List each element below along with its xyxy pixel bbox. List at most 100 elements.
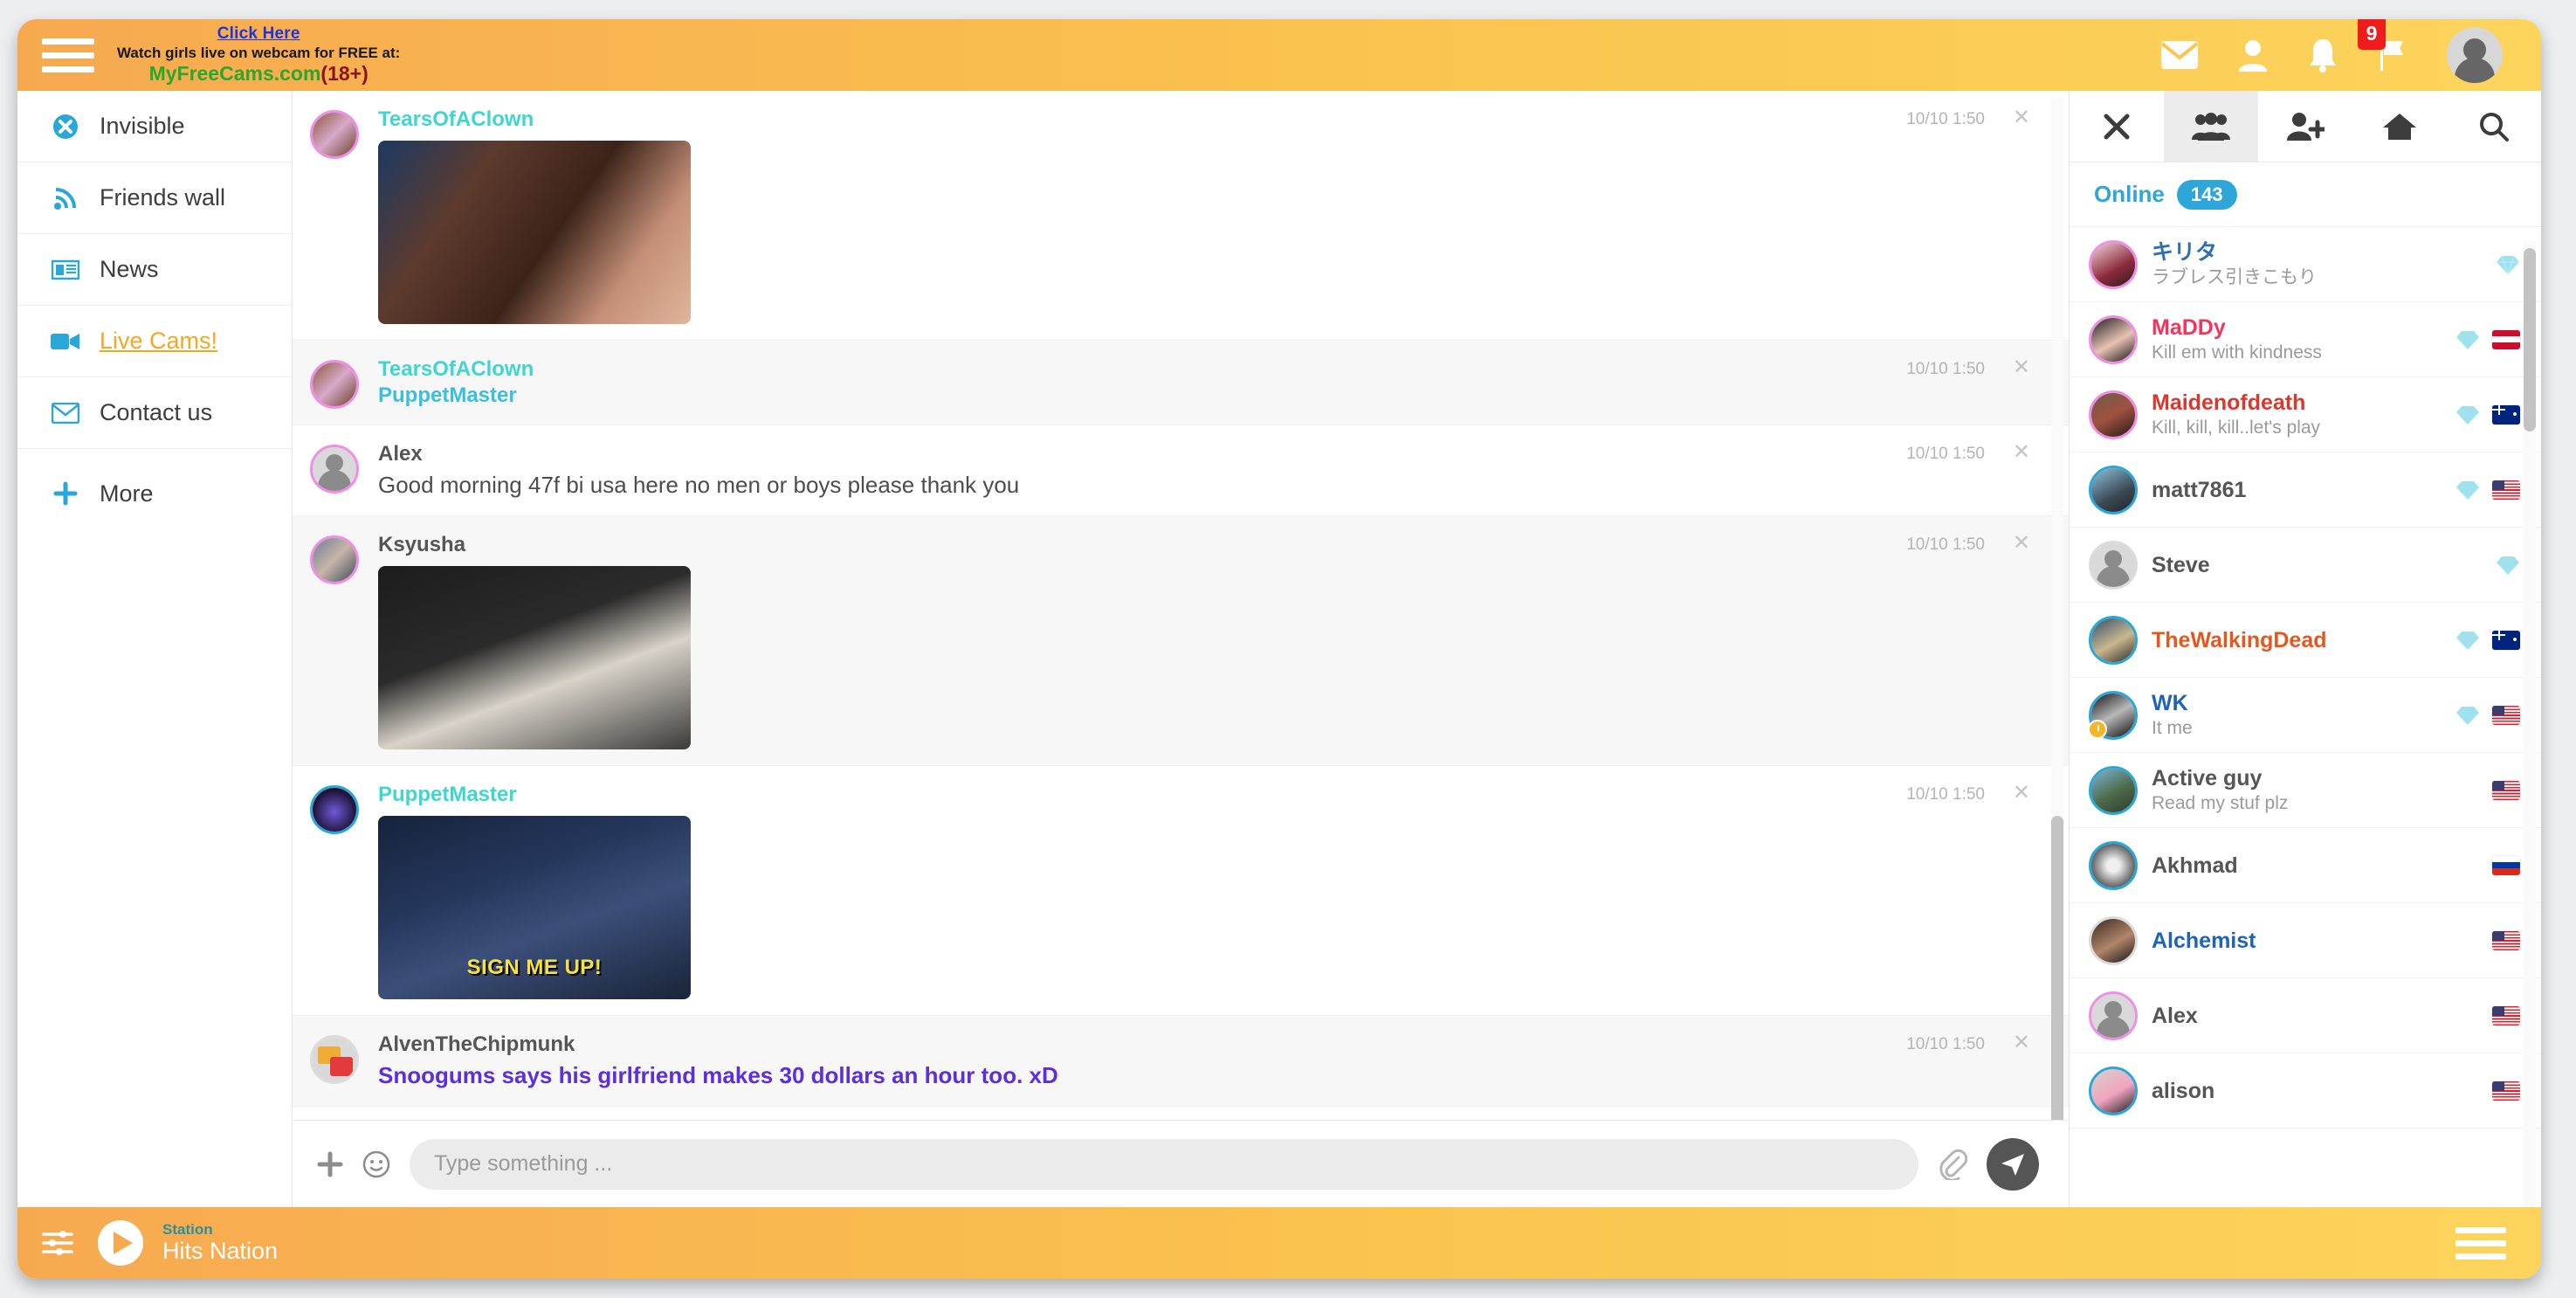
avatar[interactable] — [310, 1035, 359, 1085]
list-item[interactable]: Alchemist — [2070, 903, 2541, 978]
message-row[interactable]: Ksyusha 10/10 1:50 ✕ — [293, 515, 2069, 767]
message-author[interactable]: AlvenTheChipmunk — [378, 1032, 1868, 1057]
user-name[interactable]: alison — [2152, 1078, 2478, 1104]
bell-icon[interactable] — [2307, 38, 2338, 72]
sidebar-item-news[interactable]: News — [17, 234, 292, 306]
close-icon[interactable]: ✕ — [2013, 1032, 2030, 1053]
user-name[interactable]: Steve — [2152, 552, 2482, 578]
sidebar-item-live-cams[interactable]: Live Cams! — [17, 306, 292, 377]
list-item[interactable]: キリタ ラブレス引きこもり — [2070, 227, 2541, 302]
user-name[interactable]: WK — [2152, 690, 2442, 716]
message-author[interactable]: Alex — [378, 441, 1868, 466]
avatar[interactable] — [2089, 840, 2138, 890]
message-row[interactable]: TearsOfAClown 10/10 1:50 ✕ — [293, 91, 2069, 342]
gem-icon — [2456, 706, 2479, 725]
avatar[interactable] — [2089, 915, 2138, 965]
avatar[interactable] — [2089, 765, 2138, 815]
list-item[interactable]: Akhmad — [2070, 828, 2541, 903]
message-row[interactable]: PuppetMaster SIGN ME UP! 10/10 1:50 ✕ — [293, 766, 2069, 1017]
close-icon[interactable]: ✕ — [2013, 107, 2030, 128]
avatar[interactable] — [2089, 1066, 2138, 1115]
list-item[interactable]: matt7861 — [2070, 452, 2541, 528]
sidebar-item-friends-wall[interactable]: Friends wall — [17, 162, 292, 234]
message-image[interactable]: SIGN ME UP! — [378, 816, 691, 1000]
user-name[interactable]: Active guy — [2152, 765, 2478, 791]
mail-icon[interactable] — [2160, 40, 2199, 70]
message-author[interactable]: TearsOfAClown — [378, 356, 1868, 382]
list-item[interactable]: Steve — [2070, 528, 2541, 603]
message-author[interactable]: Ksyusha — [378, 532, 1868, 557]
list-item[interactable]: Active guy Read my stuf plz — [2070, 753, 2541, 828]
user-name[interactable]: Alchemist — [2152, 928, 2478, 954]
user-name[interactable]: キリタ — [2152, 239, 2482, 266]
list-item[interactable]: MaDDy Kill em with kindness — [2070, 302, 2541, 377]
message-image[interactable] — [378, 566, 691, 750]
avatar[interactable] — [310, 445, 359, 494]
avatar[interactable] — [2089, 314, 2138, 364]
add-friend-icon[interactable] — [2258, 91, 2352, 162]
message-author[interactable]: TearsOfAClown — [378, 107, 1868, 132]
close-icon[interactable]: ✕ — [2013, 783, 2030, 804]
avatar[interactable] — [310, 110, 359, 159]
sidebar-item-invisible[interactable]: Invisible — [17, 91, 292, 162]
message-image[interactable] — [378, 141, 691, 325]
home-icon[interactable] — [2352, 91, 2447, 162]
smiley-icon[interactable] — [362, 1150, 390, 1178]
close-icon[interactable] — [2070, 91, 2164, 162]
list-item[interactable]: TheWalkingDead — [2070, 603, 2541, 678]
user-name[interactable]: TheWalkingDead — [2152, 627, 2442, 653]
list-item[interactable]: alison — [2070, 1053, 2541, 1129]
avatar[interactable] — [310, 360, 359, 410]
online-user-list[interactable]: Online 143 キリタ ラブレス引きこもり MaDDy Kill em w… — [2070, 162, 2541, 1207]
user-name[interactable]: Alex — [2152, 1003, 2478, 1029]
user-name[interactable]: matt7861 — [2152, 477, 2442, 503]
play-icon[interactable] — [98, 1220, 143, 1266]
group-members-icon[interactable] — [2164, 91, 2258, 162]
header-actions: 9 — [2160, 19, 2541, 83]
close-icon[interactable]: ✕ — [2013, 357, 2030, 378]
user-name[interactable]: Maidenofdeath — [2152, 390, 2442, 416]
plus-icon[interactable] — [317, 1151, 343, 1177]
promo-click-here-link[interactable]: Click Here — [117, 24, 400, 44]
promo-site[interactable]: MyFreeCams.com(18+) — [117, 62, 400, 86]
message-row[interactable]: AlvenTheChipmunk Snoogums says his girlf… — [293, 1016, 2069, 1107]
close-icon[interactable]: ✕ — [2013, 532, 2030, 554]
list-item[interactable]: Maidenofdeath Kill, kill, kill..let's pl… — [2070, 377, 2541, 452]
sidebar-item-more[interactable]: More — [17, 458, 292, 529]
flag-usa-icon — [2492, 930, 2520, 950]
avatar[interactable] — [2447, 27, 2503, 83]
avatar[interactable] — [2089, 615, 2138, 665]
message-row[interactable]: Alex Good morning 47f bi usa here no men… — [293, 425, 2069, 516]
equalizer-icon[interactable] — [37, 1225, 79, 1261]
user-name[interactable]: Akhmad — [2152, 853, 2478, 879]
promo-banner[interactable]: Click Here Watch girls live on webcam fo… — [117, 24, 400, 86]
avatar[interactable] — [310, 535, 359, 584]
send-paper-plane-icon[interactable] — [1987, 1137, 2039, 1191]
contacts-icon[interactable] — [2237, 38, 2269, 72]
envelope-icon — [51, 398, 80, 428]
right-scrollbar-thumb[interactable] — [2524, 248, 2536, 432]
avatar[interactable] — [310, 785, 359, 835]
list-item[interactable]: Alex — [2070, 978, 2541, 1053]
avatar[interactable] — [2089, 540, 2138, 590]
message-list[interactable]: TearsOfAClown 10/10 1:50 ✕ TearsOfAClown… — [293, 91, 2069, 1120]
avatar[interactable] — [2089, 991, 2138, 1040]
avatar[interactable] — [2089, 239, 2138, 289]
message-author[interactable]: PuppetMaster — [378, 782, 1868, 807]
avatar[interactable] — [2088, 690, 2138, 740]
avatar[interactable] — [2089, 465, 2138, 514]
search-icon[interactable] — [2447, 91, 2541, 162]
list-item[interactable]: WK It me — [2070, 678, 2541, 753]
message-mention[interactable]: PuppetMaster — [378, 383, 1868, 408]
sidebar-item-contact-us[interactable]: Contact us — [17, 377, 292, 449]
hamburger-icon[interactable] — [2455, 1225, 2506, 1261]
hamburger-icon[interactable] — [42, 35, 94, 75]
paperclip-icon[interactable] — [1938, 1149, 1968, 1182]
message-row[interactable]: TearsOfAClown PuppetMaster 10/10 1:50 ✕ — [293, 341, 2069, 426]
chat-scrollbar-thumb[interactable] — [2051, 816, 2063, 1120]
flag-icon[interactable]: 9 — [2358, 19, 2408, 72]
message-input[interactable] — [410, 1138, 1918, 1190]
avatar[interactable] — [2089, 390, 2138, 439]
user-name[interactable]: MaDDy — [2152, 314, 2442, 341]
close-icon[interactable]: ✕ — [2013, 442, 2030, 463]
